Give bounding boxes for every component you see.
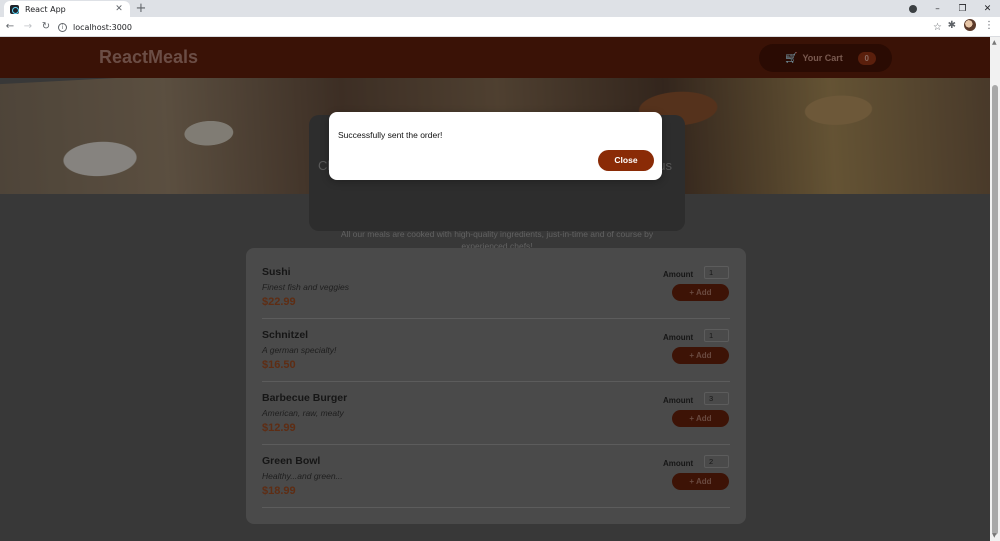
page-scrollbar[interactable]: ▲ ▼ (990, 37, 1000, 541)
page-viewport: ReactMeals 🛒 Your Cart 0 Ch us All our m… (0, 37, 990, 541)
tab-title: React App (25, 4, 66, 14)
bookmark-star-icon[interactable]: ☆ (933, 22, 942, 33)
scroll-down-arrow-icon[interactable]: ▼ (992, 532, 997, 539)
tab-close-icon[interactable]: ✕ (114, 4, 124, 14)
minimize-button[interactable]: – (925, 4, 950, 14)
url-text[interactable]: localhost:3000 (73, 23, 933, 32)
browser-menu-icon[interactable]: ⋮ (984, 20, 994, 31)
react-favicon-icon (10, 4, 19, 14)
reload-icon[interactable]: ↻ (38, 21, 54, 32)
browser-tab-strip: React App ✕ + – ❐ ✕ (0, 0, 1000, 17)
forward-arrow-icon[interactable]: → (20, 21, 36, 32)
order-success-modal: Successfully sent the order! Close (329, 112, 662, 180)
close-button[interactable]: Close (598, 150, 654, 171)
profile-avatar[interactable] (964, 19, 976, 31)
browser-right-tools: ✱ ⋮ (948, 19, 994, 31)
window-controls: – ❐ ✕ (901, 0, 1000, 17)
browser-toolbar: ← → ↻ i localhost:3000 ☆ ✱ ⋮ (0, 17, 1000, 37)
new-tab-button[interactable]: + (134, 2, 148, 16)
back-arrow-icon[interactable]: ← (2, 21, 18, 32)
extensions-puzzle-icon[interactable]: ✱ (948, 20, 956, 31)
restore-button[interactable]: ❐ (950, 4, 975, 14)
scrollbar-thumb[interactable] (992, 85, 998, 535)
scroll-up-arrow-icon[interactable]: ▲ (992, 39, 997, 46)
site-info-icon[interactable]: i (58, 22, 67, 32)
media-indicator-icon[interactable] (909, 4, 917, 13)
address-bar[interactable]: i localhost:3000 ☆ (58, 19, 946, 35)
modal-message: Successfully sent the order! (338, 130, 443, 140)
close-window-button[interactable]: ✕ (975, 4, 1000, 14)
browser-tab[interactable]: React App ✕ (4, 1, 130, 17)
